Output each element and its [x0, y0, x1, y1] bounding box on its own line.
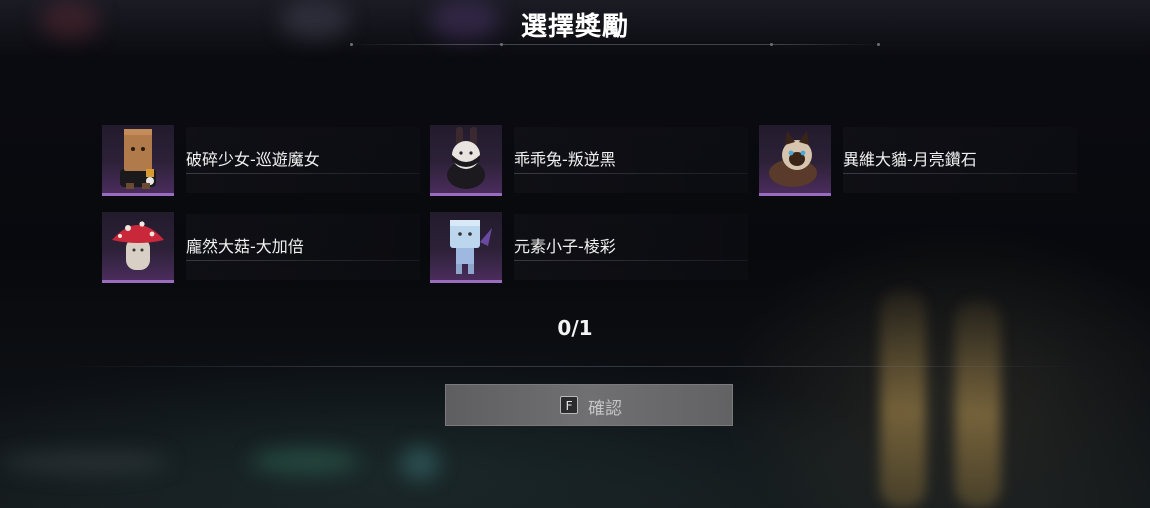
title-divider-dot	[770, 43, 773, 46]
bunny-doll-icon	[430, 125, 502, 196]
reward-name: 龐然大菇-大加倍	[186, 237, 304, 256]
reward-item[interactable]: 乖乖兔-叛逆黑	[430, 125, 748, 197]
background-blur	[250, 448, 360, 474]
reward-item[interactable]: 異維大貓-月亮鑽石	[759, 125, 1077, 197]
reward-item[interactable]: 元素小子-棱彩	[430, 212, 748, 284]
paper-bag-doll-icon	[102, 125, 174, 196]
title-divider-dot	[350, 43, 353, 46]
reward-name: 破碎少女-巡遊魔女	[186, 150, 320, 169]
selection-counter: 0/1	[557, 316, 593, 340]
title-divider-dot	[877, 43, 880, 46]
confirm-label: 確認	[588, 399, 622, 419]
title-divider	[350, 44, 880, 45]
reward-list: 破碎少女-巡遊魔女 乖乖兔-叛逆黑 異維大貓-月亮鑽石 龐然大菇-大加倍 元素小…	[96, 112, 1086, 292]
reward-name-divider	[514, 260, 748, 261]
reward-selection-screen: 選擇獎勵 破碎少女-巡遊魔女 乖乖兔-叛逆黑 異維大貓-月亮鑽石 龐然大菇-大加…	[0, 0, 1150, 508]
reward-name-divider	[186, 173, 420, 174]
reward-item[interactable]: 破碎少女-巡遊魔女	[102, 125, 420, 197]
page-title: 選擇獎勵	[520, 12, 629, 42]
reward-item[interactable]: 龐然大菇-大加倍	[102, 212, 420, 284]
reward-name-divider	[843, 173, 1077, 174]
confirm-button[interactable]: F 確認	[445, 384, 733, 426]
background-blur	[0, 450, 170, 474]
mushroom-doll-icon	[102, 212, 174, 283]
reward-name: 乖乖兔-叛逆黑	[514, 150, 616, 169]
reward-name: 異維大貓-月亮鑽石	[843, 150, 977, 169]
cat-doll-icon	[759, 125, 831, 196]
keybind-hint: F	[560, 396, 578, 414]
footer-divider	[60, 366, 1090, 367]
cube-kid-doll-icon	[430, 212, 502, 283]
title-divider-dot	[500, 43, 503, 46]
reward-name: 元素小子-棱彩	[514, 237, 616, 256]
reward-name-divider	[514, 173, 748, 174]
background-blur	[400, 446, 440, 480]
reward-name-divider	[186, 260, 420, 261]
